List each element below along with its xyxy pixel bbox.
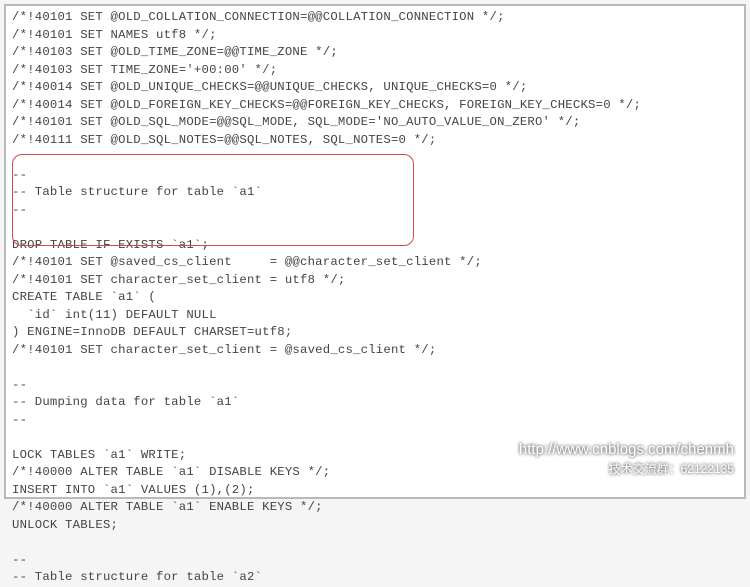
watermark: http://www.cnblogs.com/chenmh 技术交流群：6212… — [519, 441, 734, 477]
sql-code-block: /*!40101 SET @OLD_COLLATION_CONNECTION=@… — [12, 9, 738, 587]
code-frame: /*!40101 SET @OLD_COLLATION_CONNECTION=@… — [4, 4, 746, 499]
watermark-url: http://www.cnblogs.com/chenmh — [519, 441, 734, 458]
watermark-group: 技术交流群：62122135 — [519, 460, 734, 477]
